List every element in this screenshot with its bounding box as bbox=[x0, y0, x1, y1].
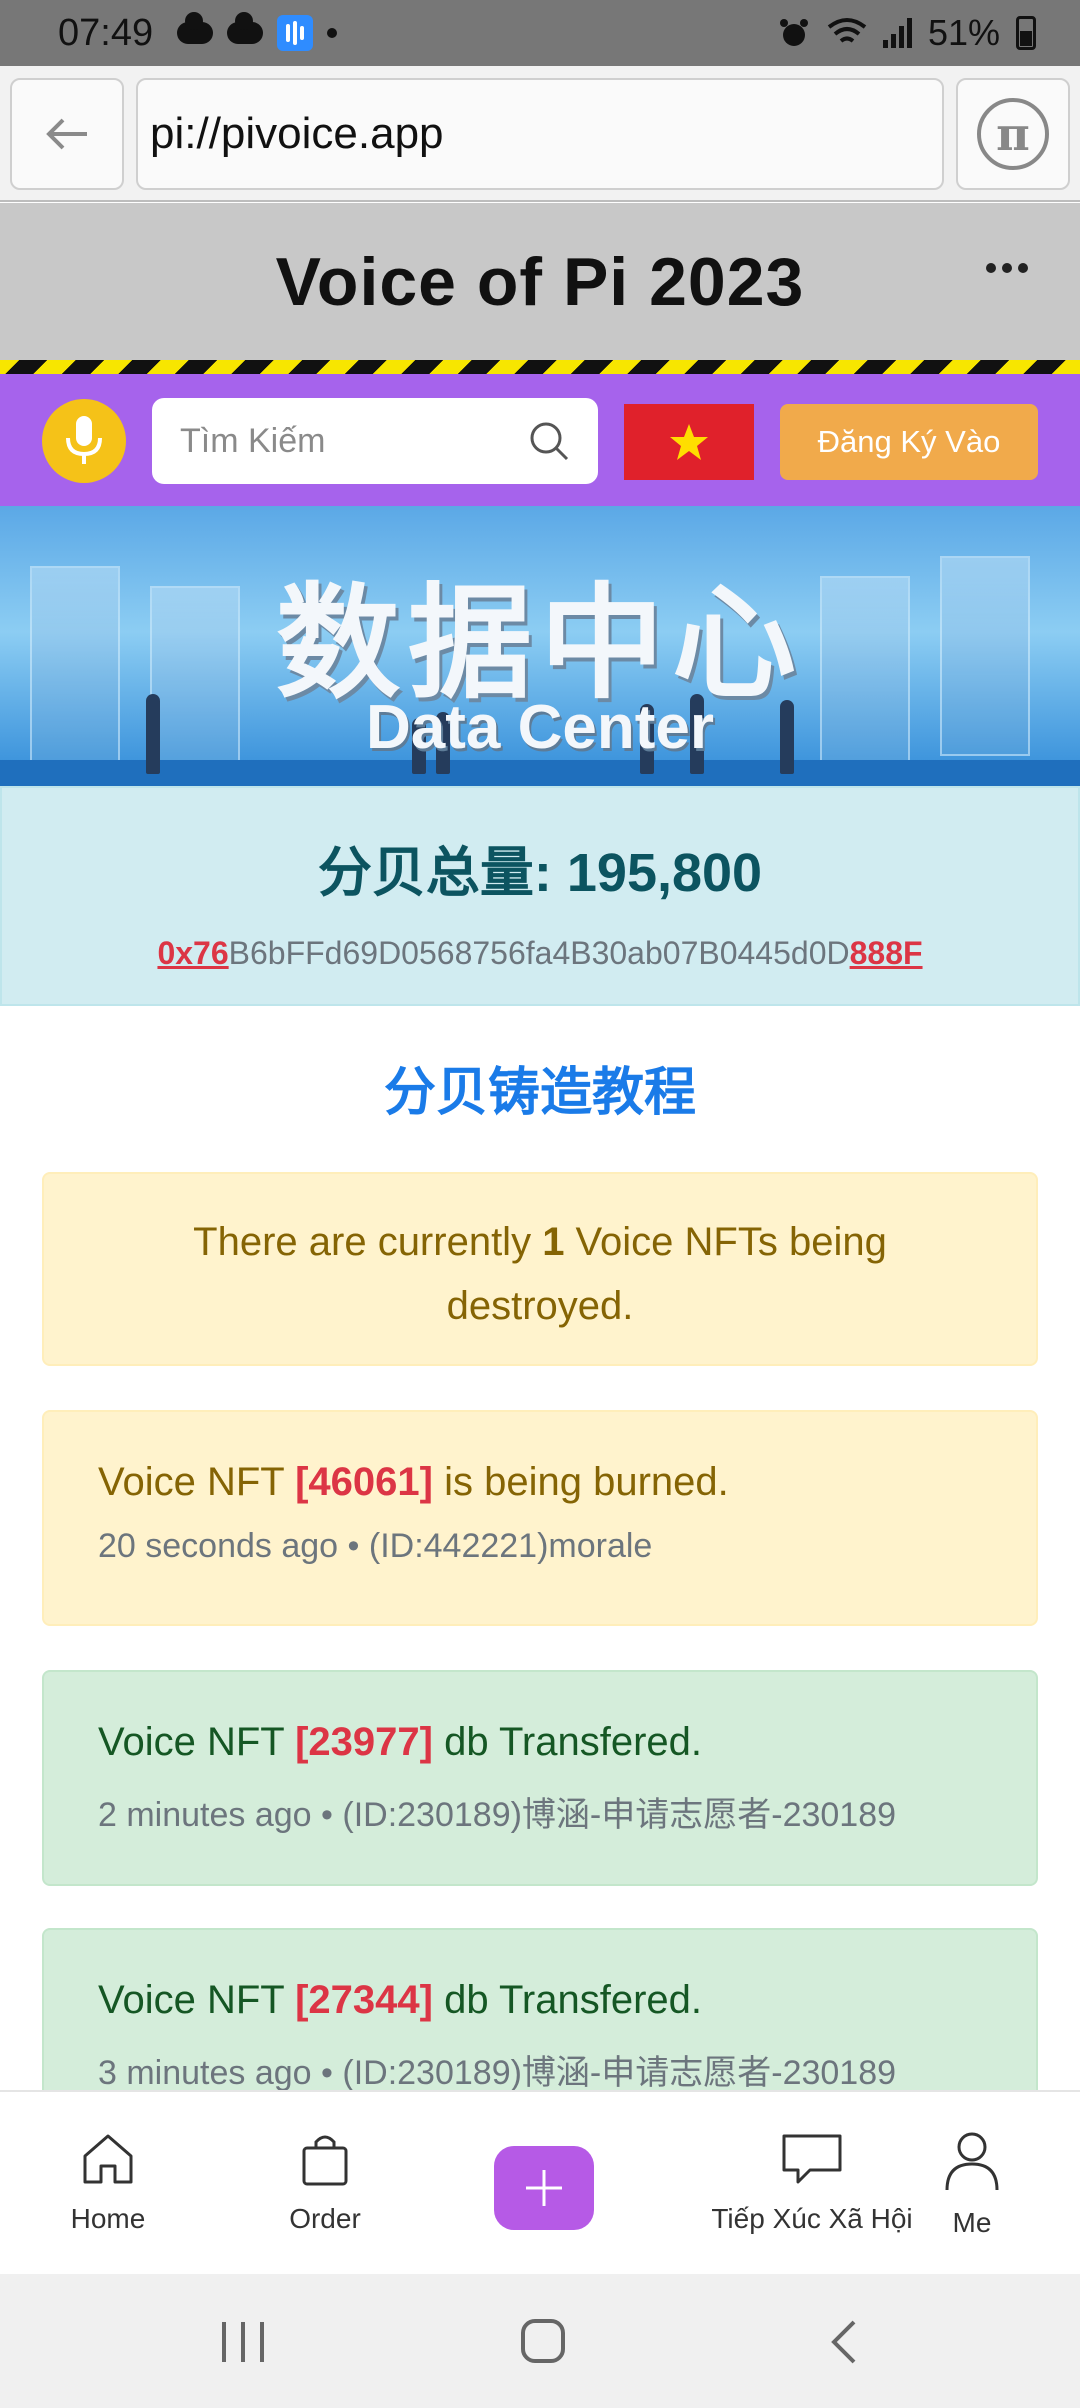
minting-tutorial-link[interactable]: 分贝铸造教程 bbox=[0, 1050, 1080, 1125]
nft-id: [27344] bbox=[295, 1978, 433, 2022]
chat-bubble-icon bbox=[782, 2134, 842, 2184]
battery-percent: 51% bbox=[927, 12, 1000, 53]
decibel-total: 分贝总量: 195,800 bbox=[317, 843, 763, 903]
search-box bbox=[152, 398, 598, 484]
decibel-total-panel: 分贝总量: 195,800 0x76B6bFFd69D0568756fa4B30… bbox=[0, 786, 1080, 1006]
nav-order-label: Order bbox=[289, 2203, 361, 2234]
pi-browser-button[interactable]: π bbox=[956, 78, 1070, 190]
plus-icon bbox=[526, 2170, 562, 2206]
status-bar: 07:49 51% bbox=[0, 0, 1080, 66]
nav-order[interactable]: Order bbox=[270, 2130, 380, 2235]
activity-meta: 2 minutes ago • (ID:230189)博涵-申请志愿者-2301… bbox=[98, 1796, 897, 1834]
search-input[interactable] bbox=[152, 398, 532, 484]
create-button[interactable] bbox=[494, 2146, 594, 2230]
burning-notice: There are currently 1 Voice NFTs being d… bbox=[42, 1172, 1038, 1366]
pi-logo-icon: π bbox=[977, 98, 1049, 170]
nav-social[interactable]: Tiếp Xúc Xã Hội bbox=[702, 2130, 922, 2235]
home-system-icon[interactable] bbox=[520, 2318, 566, 2364]
vietnam-flag-star-icon bbox=[670, 424, 708, 460]
home-icon bbox=[83, 2134, 133, 2184]
more-horizontal-icon bbox=[986, 263, 996, 273]
address-prefix: 0x76 bbox=[157, 935, 229, 971]
nav-me-label: Me bbox=[952, 2207, 992, 2238]
data-center-banner: 数据中心 Data Center bbox=[0, 506, 1080, 786]
notification-icons bbox=[177, 12, 338, 51]
activity-meta: 20 seconds ago • (ID:442221)morale bbox=[98, 1527, 653, 1565]
signal-icon bbox=[882, 18, 912, 48]
nav-home[interactable]: Home bbox=[58, 2130, 158, 2235]
search-toolbar: Đăng Ký Vào bbox=[0, 374, 1080, 506]
language-flag-button[interactable] bbox=[624, 404, 754, 480]
system-navigation-bar bbox=[0, 2274, 1080, 2408]
url-text: pi://pivoice.app bbox=[150, 109, 444, 158]
nft-id: [23977] bbox=[295, 1720, 433, 1764]
activity-meta: 3 minutes ago • (ID:230189)博涵-申请志愿者-2301… bbox=[98, 2054, 897, 2092]
more-menu-button[interactable] bbox=[986, 263, 1028, 273]
banner-title-english: Data Center bbox=[366, 693, 714, 762]
activity-item[interactable]: Voice NFT [23977] db Transfered. 2 minut… bbox=[42, 1670, 1038, 1886]
status-time: 07:49 bbox=[58, 11, 154, 54]
page-header: Voice of Pi 2023 bbox=[0, 203, 1080, 360]
nav-home-label: Home bbox=[70, 2203, 146, 2234]
system-indicators: 51% bbox=[777, 12, 1036, 54]
page-title: Voice of Pi 2023 bbox=[275, 243, 805, 320]
cloud-icon bbox=[227, 12, 264, 44]
register-button[interactable]: Đăng Ký Vào bbox=[780, 404, 1038, 480]
nav-social-label: Tiếp Xúc Xã Hội bbox=[711, 2203, 913, 2234]
alarm-icon bbox=[779, 19, 808, 46]
url-bar[interactable]: pi://pivoice.app bbox=[136, 78, 944, 190]
nft-id: [46061] bbox=[295, 1460, 433, 1504]
bottom-navigation: Home Order Tiếp Xúc Xã Hội Me bbox=[0, 2090, 1080, 2274]
app-notification-icon bbox=[277, 15, 314, 51]
back-system-icon[interactable] bbox=[828, 2318, 858, 2366]
shopping-bag-icon bbox=[302, 2135, 348, 2186]
contract-address[interactable]: 0x76B6bFFd69D0568756fa4B30ab07B0445d0D88… bbox=[2, 935, 1078, 972]
user-icon bbox=[945, 2132, 999, 2191]
activity-item[interactable]: Voice NFT [46061] is being burned. 20 se… bbox=[42, 1410, 1038, 1626]
cloud-sync-icon bbox=[177, 12, 214, 44]
back-button[interactable] bbox=[10, 78, 124, 190]
address-suffix: 888F bbox=[849, 935, 923, 971]
hazard-stripe-divider bbox=[0, 360, 1080, 374]
voice-search-button[interactable] bbox=[42, 399, 126, 483]
address-middle: B6bFFd69D0568756fa4B30ab07B0445d0D bbox=[228, 935, 850, 971]
more-notifications-icon bbox=[327, 28, 338, 38]
search-icon[interactable] bbox=[528, 420, 570, 462]
battery-icon bbox=[1016, 16, 1036, 50]
microphone-icon bbox=[66, 416, 102, 464]
browser-bar: pi://pivoice.app π bbox=[0, 66, 1080, 202]
recent-apps-icon[interactable] bbox=[220, 2320, 266, 2364]
nav-me[interactable]: Me bbox=[922, 2130, 1022, 2239]
wifi-icon bbox=[827, 18, 867, 43]
arrow-left-icon bbox=[46, 118, 87, 150]
burning-count: 1 bbox=[542, 1220, 565, 1264]
